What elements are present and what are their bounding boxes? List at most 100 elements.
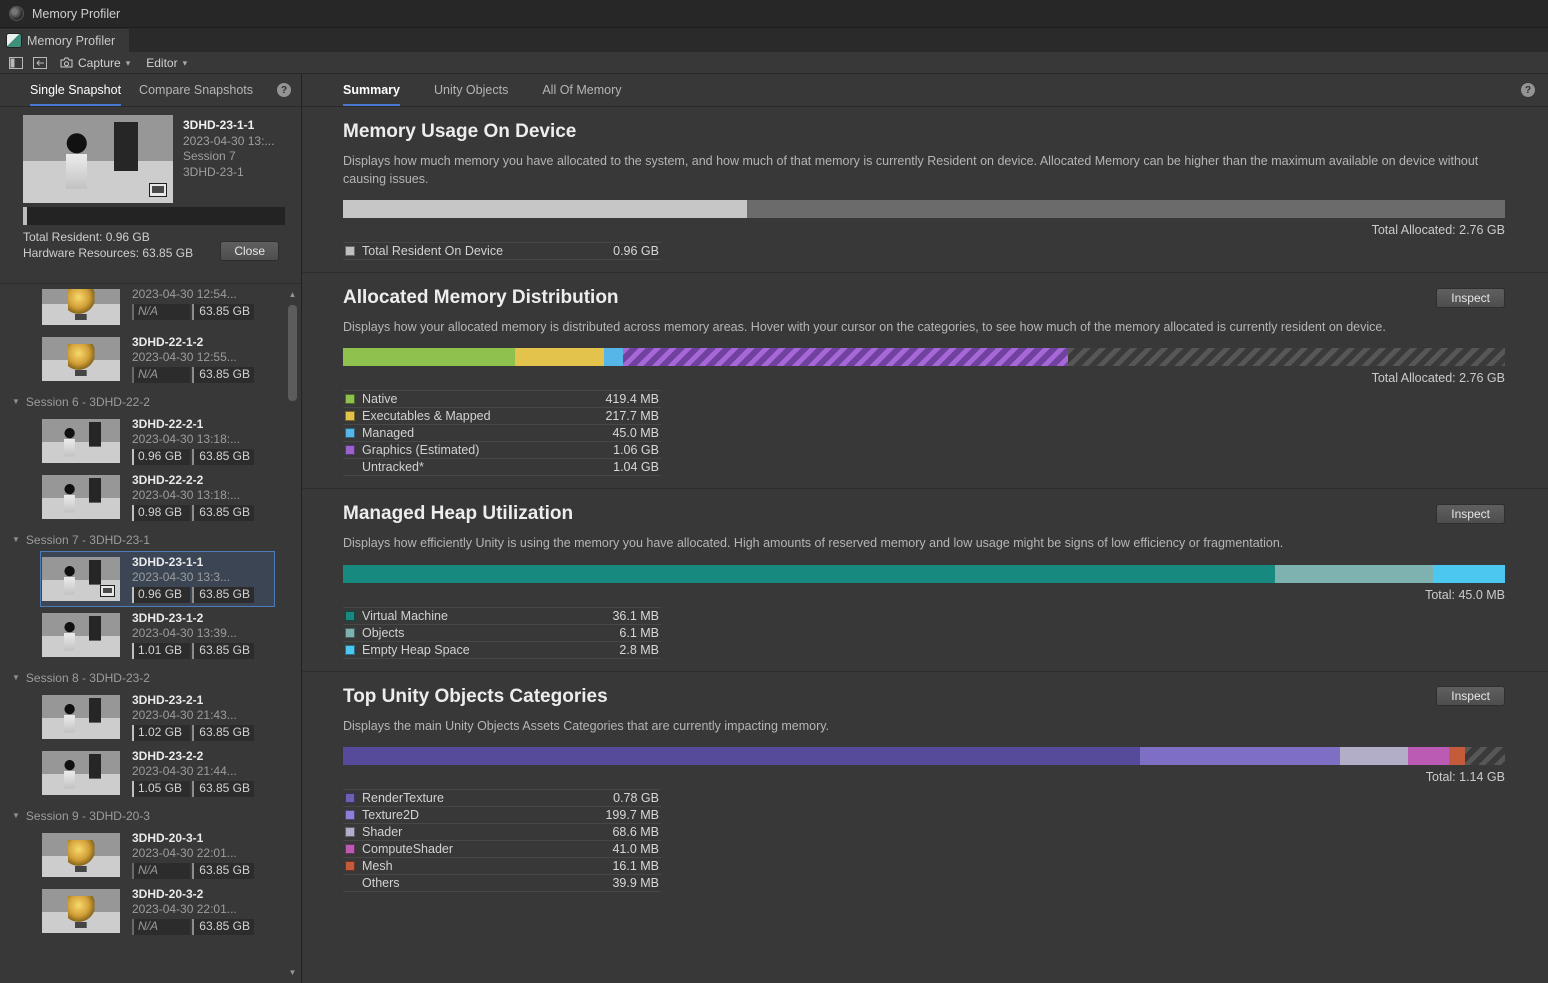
legend-row[interactable]: Executables & Mapped217.7 MB — [343, 408, 661, 425]
selected-snapshot-thumbnail — [23, 115, 173, 203]
snapshot-thumbnail — [42, 337, 120, 381]
legend-value: 1.06 GB — [613, 443, 659, 457]
legend-row[interactable]: Shader68.6 MB — [343, 824, 661, 841]
sidebar-help-icon[interactable]: ? — [277, 83, 291, 97]
session-header[interactable]: ▼ Session 8 - 3DHD-23-2 — [0, 663, 301, 689]
scroll-up-icon[interactable]: ▲ — [289, 289, 297, 301]
legend-swatch — [345, 810, 355, 820]
editor-dropdown-icon: ▾ — [183, 58, 188, 68]
legend-row[interactable]: Graphics (Estimated)1.06 GB — [343, 442, 661, 459]
collapse-triangle-icon[interactable]: ▼ — [12, 535, 20, 544]
snapshot-date: 2023-04-30 21:44... — [132, 764, 273, 779]
bar-segment-computeshader[interactable] — [1408, 747, 1449, 765]
legend-row[interactable]: Untracked*1.04 GB — [343, 459, 661, 476]
session-header[interactable]: ▼Session 9 - 3DHD-20-3 — [0, 801, 301, 827]
scroll-down-icon[interactable]: ▼ — [289, 967, 297, 979]
session-header[interactable]: ▼Session 6 - 3DHD-22-2 — [0, 387, 301, 413]
snapshot-item-3dhd-20-3-1[interactable]: 3DHD-20-3-12023-04-30 22:01...N/A63.85 G… — [40, 827, 275, 883]
bar-segment-rendertexture[interactable] — [343, 747, 1140, 765]
legend-row[interactable]: RenderTexture0.78 GB — [343, 790, 661, 807]
toggle-details-panel-button[interactable] — [29, 54, 51, 72]
bar-segment-shader[interactable] — [1340, 747, 1408, 765]
inspect-button[interactable]: Inspect — [1436, 288, 1505, 308]
bar-segment-empty-heap-space[interactable] — [1433, 565, 1505, 583]
snapshot-date: 2023-04-30 13:18:... — [132, 488, 273, 503]
sidebar-tab-bar: Single Snapshot Compare Snapshots ? — [0, 74, 301, 107]
collapse-triangle-icon[interactable]: ▼ — [12, 397, 20, 406]
tab-summary[interactable]: Summary — [343, 74, 400, 106]
bar-segment-executables-mapped[interactable] — [515, 348, 604, 366]
legend-row[interactable]: ComputeShader41.0 MB — [343, 841, 661, 858]
top-unity-objects-bar — [343, 747, 1505, 765]
legend-label: Texture2D — [362, 808, 419, 822]
tab-single-snapshot[interactable]: Single Snapshot — [30, 74, 121, 106]
bar-segment-objects[interactable] — [1275, 565, 1433, 583]
legend-row[interactable]: Others39.9 MB — [343, 875, 661, 892]
toggle-snapshots-panel-button[interactable] — [5, 54, 27, 72]
summary-help-icon[interactable]: ? — [1521, 83, 1535, 97]
bar-segment-texture2d[interactable] — [1140, 747, 1339, 765]
legend-row[interactable]: Objects6.1 MB — [343, 625, 661, 642]
bar-segment-total-resident-on-device[interactable] — [343, 200, 747, 218]
snapshot-hardware-value: 63.85 GB — [192, 863, 254, 879]
snapshot-date: 2023-04-30 13:3... — [132, 570, 273, 585]
tab-all-of-memory[interactable]: All Of Memory — [542, 74, 621, 106]
snapshot-list-scrollbar[interactable]: ▲ ▼ — [286, 289, 299, 979]
section-title: Top Unity Objects Categories — [343, 685, 608, 708]
capture-label: Capture — [78, 56, 121, 70]
window-titlebar[interactable]: Memory Profiler — [0, 0, 1548, 28]
tab-unity-objects[interactable]: Unity Objects — [434, 74, 508, 106]
snapshot-date: 2023-04-30 21:43... — [132, 708, 273, 723]
snapshot-name: 3DHD-22-2-2 — [132, 473, 273, 488]
bar-segment-native[interactable] — [343, 348, 515, 366]
snapshot-item-3dhd-22-1-2[interactable]: 3DHD-22-1-22023-04-30 12:55...N/A63.85 G… — [40, 331, 275, 387]
legend-row[interactable]: Mesh16.1 MB — [343, 858, 661, 875]
bar-segment-graphics-estimated[interactable] — [623, 348, 1068, 366]
legend-row[interactable]: Total Resident On Device0.96 GB — [343, 243, 661, 260]
snapshot-item-3dhd-23-2-2[interactable]: 3DHD-23-2-22023-04-30 21:44...1.05 GB63.… — [40, 745, 275, 801]
bar-segment-untracked[interactable] — [1068, 348, 1505, 366]
editor-target-dropdown[interactable]: Editor ▾ — [139, 54, 194, 72]
snapshot-name: 3DHD-20-3-2 — [132, 887, 273, 902]
tab-compare-snapshots[interactable]: Compare Snapshots — [139, 74, 253, 106]
scrollbar-thumb[interactable] — [288, 305, 297, 401]
capture-dropdown-icon[interactable]: ▾ — [126, 58, 131, 68]
snapshot-item-3dhd-20-3-2[interactable]: 3DHD-20-3-22023-04-30 22:01...N/A63.85 G… — [40, 883, 275, 939]
snapshot-name: 3DHD-23-2-2 — [132, 749, 273, 764]
legend-swatch — [345, 645, 355, 655]
tab-memory-profiler[interactable]: Memory Profiler — [0, 29, 129, 52]
legend-row[interactable]: Virtual Machine36.1 MB — [343, 608, 661, 625]
snapshot-name: 3DHD-23-1-1 — [132, 555, 273, 570]
snapshot-thumbnail — [42, 833, 120, 877]
legend-row[interactable]: Empty Heap Space2.8 MB — [343, 642, 661, 659]
legend-label: Executables & Mapped — [362, 409, 491, 423]
snapshot-item-3dhd-22-2-1[interactable]: 3DHD-22-2-12023-04-30 13:18:...0.96 GB63… — [40, 413, 275, 469]
snapshot-item-text: 3DHD-23-2-22023-04-30 21:44...1.05 GB63.… — [132, 749, 273, 797]
collapse-triangle-icon[interactable]: ▼ — [12, 673, 20, 682]
collapse-triangle-icon[interactable]: ▼ — [12, 811, 20, 820]
snapshot-item-3dhd-23-1-1[interactable]: 3DHD-23-1-12023-04-30 13:3...0.96 GB63.8… — [40, 551, 275, 607]
snapshot-hardware-value: 63.85 GB — [192, 367, 254, 383]
legend-value: 0.78 GB — [613, 791, 659, 805]
legend-row[interactable]: Managed45.0 MB — [343, 425, 661, 442]
close-button[interactable]: Close — [220, 241, 279, 261]
inspect-button[interactable]: Inspect — [1436, 686, 1505, 706]
legend-row[interactable]: Texture2D199.7 MB — [343, 807, 661, 824]
bar-segment-mesh[interactable] — [1449, 747, 1465, 765]
session-header[interactable]: ▼Session 7 - 3DHD-23-1 — [0, 525, 301, 551]
snapshot-item-3dhd-23-2-1[interactable]: 3DHD-23-2-12023-04-30 21:43...1.02 GB63.… — [40, 689, 275, 745]
session-header-label: Session 8 - 3DHD-23-2 — [26, 671, 150, 685]
legend-label: Native — [362, 392, 397, 406]
snapshot-item-3dhd-23-1-2[interactable]: 3DHD-23-1-22023-04-30 13:39...1.01 GB63.… — [40, 607, 275, 663]
legend-row[interactable]: Native419.4 MB — [343, 391, 661, 408]
inspect-button[interactable]: Inspect — [1436, 504, 1505, 524]
snapshot-item[interactable]: 2023-04-30 12:54...N/A63.85 GB — [40, 289, 275, 331]
snapshot-name: 3DHD-23-1-2 — [132, 611, 273, 626]
snapshot-item-3dhd-22-2-2[interactable]: 3DHD-22-2-22023-04-30 13:18:...0.98 GB63… — [40, 469, 275, 525]
bar-segment-virtual-machine[interactable] — [343, 565, 1275, 583]
capture-button[interactable]: Capture ▾ — [53, 54, 137, 72]
snapshot-item-text: 3DHD-20-3-22023-04-30 22:01...N/A63.85 G… — [132, 887, 273, 935]
bar-segment-allocated-remainder[interactable] — [747, 200, 1505, 218]
bar-segment-others[interactable] — [1465, 747, 1505, 765]
bar-segment-managed[interactable] — [604, 348, 622, 366]
